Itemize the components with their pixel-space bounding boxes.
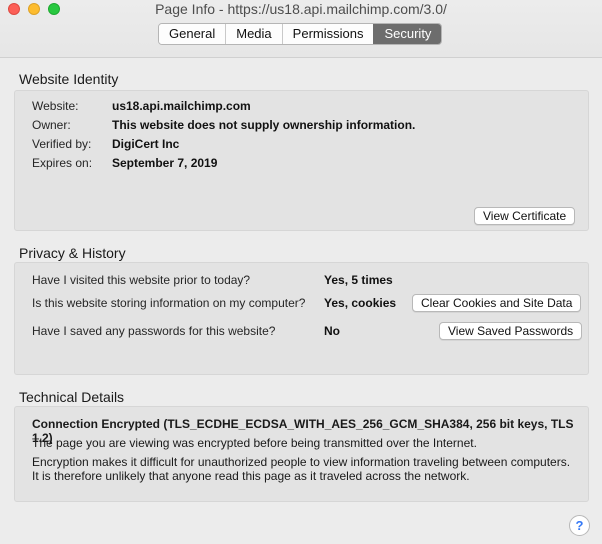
view-saved-passwords-button[interactable]: View Saved Passwords (439, 322, 583, 340)
privacy-history-title: Privacy & History (19, 245, 126, 261)
storing-question: Is this website storing information on m… (32, 296, 306, 310)
verified-by-label: Verified by: (32, 137, 92, 151)
tab-permissions[interactable]: Permissions (281, 24, 374, 44)
passwords-question: Have I saved any passwords for this webs… (32, 324, 276, 338)
expires-on-label: Expires on: (32, 156, 93, 170)
technical-details-box: Connection Encrypted (TLS_ECDHE_ECDSA_WI… (14, 406, 589, 502)
tab-general[interactable]: General (159, 24, 226, 44)
owner-value: This website does not supply ownership i… (112, 118, 416, 132)
window-title: Page Info - https://us18.api.mailchimp.c… (155, 1, 447, 17)
title-bar: Page Info - https://us18.api.mailchimp.c… (0, 0, 602, 58)
website-identity-box: Website: us18.api.mailchimp.com Owner: T… (14, 90, 589, 231)
technical-details-title: Technical Details (19, 389, 125, 405)
tab-security[interactable]: Security (373, 24, 442, 44)
help-icon[interactable]: ? (569, 515, 590, 536)
view-certificate-button[interactable]: View Certificate (474, 207, 576, 225)
tab-bar: General Media Permissions Security (158, 23, 443, 45)
website-label: Website: (32, 99, 79, 113)
visited-question: Have I visited this website prior to tod… (32, 273, 251, 287)
passwords-answer: No (324, 324, 340, 338)
verified-by-value: DigiCert Inc (112, 137, 180, 151)
clear-cookies-button[interactable]: Clear Cookies and Site Data (412, 294, 582, 312)
encryption-description: The page you are viewing was encrypted b… (32, 436, 477, 450)
owner-label: Owner: (32, 118, 71, 132)
encryption-explanation-line2: It is therefore unlikely that anyone rea… (32, 469, 470, 483)
privacy-history-box: Have I visited this website prior to tod… (14, 262, 589, 375)
encryption-explanation-line1: Encryption makes it difficult for unauth… (32, 455, 571, 469)
tab-media[interactable]: Media (225, 24, 282, 44)
storing-answer: Yes, cookies (324, 296, 397, 310)
website-value: us18.api.mailchimp.com (112, 99, 251, 113)
expires-on-value: September 7, 2019 (112, 156, 218, 170)
visited-answer: Yes, 5 times (324, 273, 393, 287)
website-identity-title: Website Identity (19, 71, 119, 87)
